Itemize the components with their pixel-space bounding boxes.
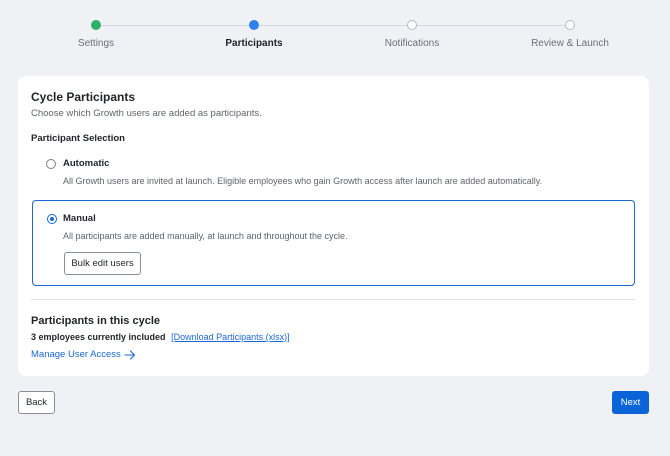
step-notifications[interactable]: Notifications [352, 18, 472, 49]
participant-count-line: 3 employees currently included [Download… [31, 332, 290, 342]
participant-selection-label: Participant Selection [31, 133, 125, 144]
arrow-right-icon [124, 349, 135, 360]
step-settings[interactable]: Settings [36, 18, 156, 49]
step-participants[interactable]: Participants [194, 18, 314, 49]
step-review-launch[interactable]: Review & Launch [510, 18, 630, 49]
manual-radio[interactable] [47, 214, 57, 224]
step-label: Notifications [384, 38, 440, 49]
automatic-option-label[interactable]: Automatic [63, 158, 109, 169]
participant-count: 3 employees currently included [31, 332, 166, 342]
manage-user-access-link[interactable]: Manage User Access [31, 349, 136, 360]
participants-card: Cycle Participants Choose which Growth u… [18, 76, 649, 376]
participants-section-title: Participants in this cycle [31, 315, 160, 327]
manage-user-access-label: Manage User Access [31, 349, 121, 360]
automatic-radio[interactable] [46, 159, 56, 169]
bulk-edit-users-button[interactable]: Bulk edit users [64, 252, 141, 275]
progress-stepper: Settings Participants Notifications Revi… [0, 18, 670, 58]
step-label: Review & Launch [531, 38, 609, 49]
download-participants-link[interactable]: [Download Participants (xlsx)] [171, 332, 290, 342]
manual-option-box[interactable]: Manual All participants are added manual… [32, 200, 635, 286]
manual-option-description: All participants are added manually, at … [63, 231, 348, 241]
step-upcoming-icon [565, 20, 575, 30]
step-label: Participants [225, 38, 283, 49]
manual-option-label[interactable]: Manual [63, 213, 96, 224]
next-button[interactable]: Next [612, 391, 649, 414]
card-subtitle: Choose which Growth users are added as p… [31, 108, 262, 119]
automatic-option-description: All Growth users are invited at launch. … [63, 176, 543, 186]
card-title: Cycle Participants [31, 90, 136, 104]
step-complete-icon [91, 20, 101, 30]
step-current-icon [249, 20, 259, 30]
step-label: Settings [77, 38, 115, 49]
step-upcoming-icon [407, 20, 417, 30]
back-button[interactable]: Back [18, 391, 55, 414]
divider [31, 299, 635, 300]
page: Settings Participants Notifications Revi… [0, 0, 670, 456]
